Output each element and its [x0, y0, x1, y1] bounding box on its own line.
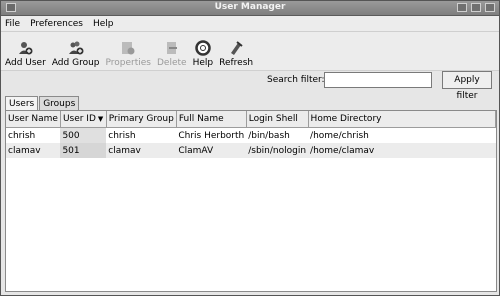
title-bar[interactable]: User Manager	[1, 1, 499, 16]
cell-login-shell: /bin/bash	[248, 130, 290, 141]
minimize-icon[interactable]	[457, 3, 467, 12]
column-header-home-directory[interactable]: Home Directory	[308, 111, 497, 128]
tab-bar: Users Groups	[5, 96, 80, 111]
cell-user-name: clamav	[6, 143, 61, 158]
menu-file[interactable]: File	[5, 19, 20, 29]
users-table: User Name User ID ▼ Primary Group Full Na…	[6, 111, 497, 158]
cell-login-shell: /sbin/nologin	[246, 143, 309, 158]
toolbar: Add User Add Group Properties Delete Hel…	[1, 32, 499, 71]
window-title: User Manager	[214, 2, 286, 12]
column-header-user-id[interactable]: User ID ▼	[60, 111, 107, 128]
add-group-label: Add Group	[51, 58, 100, 68]
add-user-button[interactable]: Add User	[5, 40, 46, 68]
menu-preferences[interactable]: Preferences	[30, 19, 83, 29]
cell-user-id: 500	[60, 127, 107, 143]
maximize-icon[interactable]	[471, 3, 481, 12]
properties-label: Properties	[105, 58, 151, 68]
search-filter-input[interactable]	[324, 72, 432, 88]
cell-full-name: Chris Herborth	[178, 130, 245, 141]
help-icon	[195, 40, 211, 56]
users-panel: User Name User ID ▼ Primary Group Full Na…	[5, 110, 497, 292]
refresh-icon	[231, 41, 243, 55]
column-header-full-name[interactable]: Full Name	[176, 111, 247, 128]
search-filter-label: Search filter:	[267, 75, 325, 85]
help-button[interactable]: Help	[192, 40, 214, 68]
search-row: Search filter: Apply filter	[1, 70, 499, 101]
tab-users[interactable]: Users	[5, 96, 39, 111]
menu-help[interactable]: Help	[93, 19, 114, 29]
properties-button[interactable]: Properties	[106, 40, 151, 68]
delete-icon	[166, 42, 177, 54]
close-icon[interactable]	[485, 3, 495, 12]
table-row[interactable]: clamav 501 clamav ClamAV /sbin/nologin /…	[6, 143, 496, 158]
delete-label: Delete	[156, 58, 187, 68]
cell-primary-group: clamav	[106, 143, 177, 158]
refresh-label: Refresh	[219, 58, 254, 68]
refresh-button[interactable]: Refresh	[219, 40, 253, 68]
cell-full-name: ClamAV	[176, 143, 247, 158]
user-manager-window: User Manager File Preferences Help Add U…	[0, 0, 500, 296]
table-header-row: User Name User ID ▼ Primary Group Full Na…	[6, 111, 497, 128]
add-group-icon	[68, 41, 84, 55]
cell-primary-group: chrish	[108, 130, 136, 141]
cell-home-directory: /home/chrish	[310, 130, 369, 141]
table-row[interactable]: chrish 500 chrish Chris Herborth /bin/ba…	[6, 127, 496, 143]
apply-filter-button[interactable]: Apply filter	[442, 71, 492, 101]
column-header-user-id-label: User ID	[62, 114, 96, 124]
delete-button[interactable]: Delete	[157, 40, 187, 68]
cell-user-id: 501	[60, 143, 107, 158]
column-header-login-shell[interactable]: Login Shell	[246, 111, 309, 128]
add-group-button[interactable]: Add Group	[52, 40, 100, 68]
add-user-icon	[19, 42, 33, 55]
cell-home-directory: /home/clamav	[308, 143, 496, 158]
cell-user-name: chrish	[8, 130, 36, 141]
tab-groups[interactable]: Groups	[39, 96, 80, 110]
help-label: Help	[192, 58, 214, 68]
menu-bar: File Preferences Help	[1, 16, 499, 32]
column-header-primary-group[interactable]: Primary Group	[106, 111, 177, 128]
properties-icon	[122, 42, 135, 55]
add-user-label: Add User	[5, 58, 46, 68]
column-header-user-name[interactable]: User Name	[6, 111, 61, 128]
sort-descending-icon: ▼	[97, 115, 104, 123]
